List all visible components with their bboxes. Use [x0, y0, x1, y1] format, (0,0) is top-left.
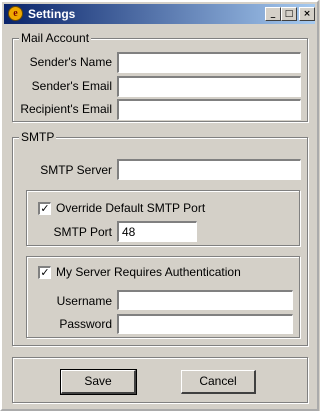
title-bar[interactable]: e Settings _ □ × [4, 4, 315, 24]
recipients-email-label: Recipient's Email [20, 102, 112, 116]
minimize-button[interactable]: _ [265, 7, 281, 21]
smtp-server-input[interactable] [117, 159, 301, 180]
mail-account-legend: Mail Account [19, 31, 92, 45]
cancel-button[interactable]: Cancel [181, 370, 256, 394]
override-port-checkbox[interactable]: ✓ [38, 202, 51, 215]
smtp-legend: SMTP [19, 130, 57, 144]
password-label: Password [59, 317, 112, 331]
maximize-button[interactable]: □ [281, 7, 297, 21]
recipients-email-input[interactable] [117, 99, 301, 120]
smtp-port-label: SMTP Port [53, 225, 112, 239]
close-button[interactable]: × [299, 7, 315, 21]
authentication-label[interactable]: My Server Requires Authentication [56, 265, 241, 279]
button-panel [12, 357, 308, 403]
username-label: Username [56, 294, 112, 308]
window-title: Settings [28, 7, 76, 21]
password-input[interactable] [117, 314, 293, 334]
senders-name-label: Sender's Name [29, 55, 112, 69]
authentication-checkbox[interactable]: ✓ [38, 266, 51, 279]
app-icon: e [8, 6, 23, 21]
override-port-label[interactable]: Override Default SMTP Port [56, 201, 205, 215]
smtp-server-label: SMTP Server [40, 163, 112, 177]
senders-email-label: Sender's Email [31, 79, 112, 93]
save-button[interactable]: Save [60, 369, 137, 395]
senders-name-input[interactable] [117, 52, 301, 73]
smtp-port-input[interactable] [117, 221, 197, 242]
senders-email-input[interactable] [117, 76, 301, 97]
settings-window: e Settings _ □ × Mail Account Sender's N… [0, 0, 319, 411]
username-input[interactable] [117, 290, 293, 310]
